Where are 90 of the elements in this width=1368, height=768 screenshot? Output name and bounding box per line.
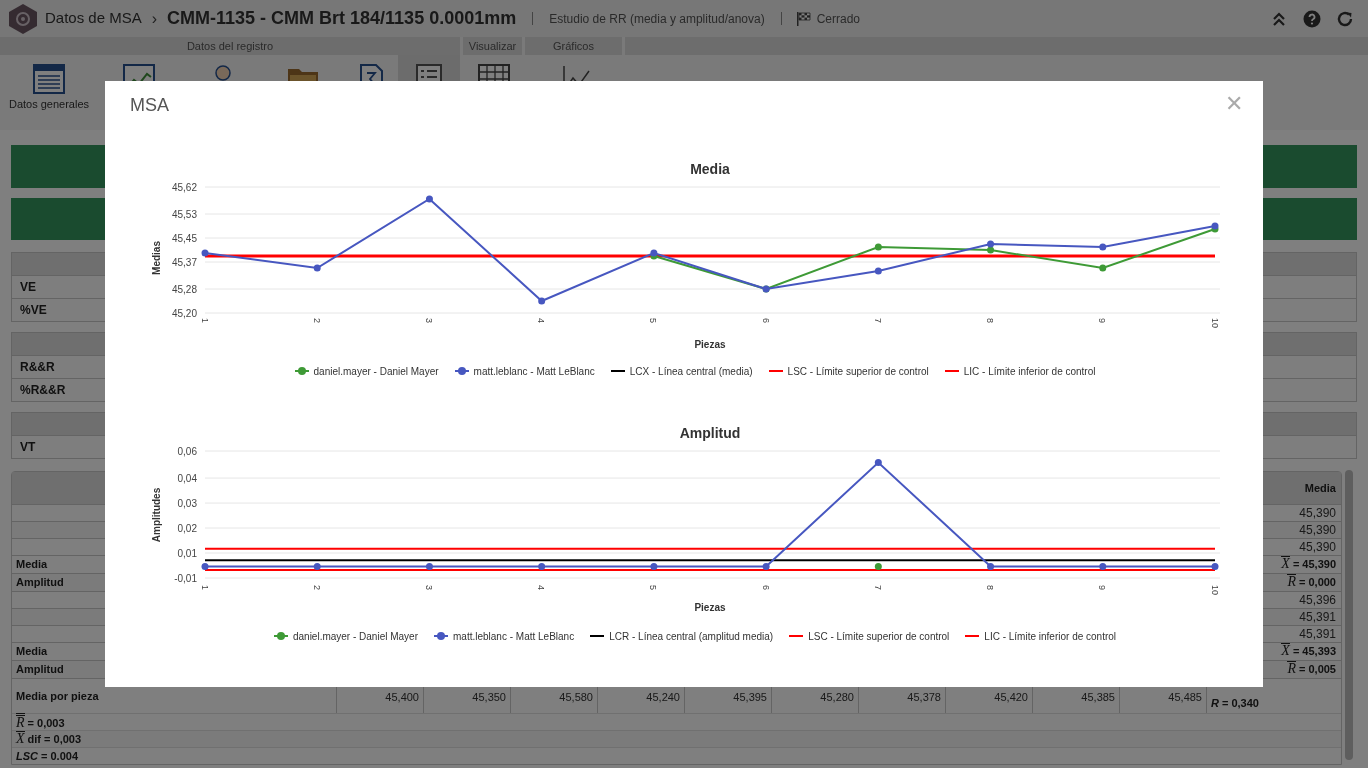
formula-text: R = 0,005 xyxy=(1287,661,1336,678)
row-label: Amplitud xyxy=(16,662,64,678)
legend-label: LIC - Límite inferior de control xyxy=(984,629,1117,644)
table-cell-text: 45,378 xyxy=(907,690,941,705)
axis-tick-label: 1 xyxy=(199,585,210,590)
axis-label: Piezas xyxy=(694,602,726,613)
legend-label: LCX - Línea central (media) xyxy=(629,364,753,379)
axis-tick-label: 1 xyxy=(199,318,210,323)
axis-tick-label: 6 xyxy=(760,318,771,323)
table-cell-text: 45,390 xyxy=(1299,505,1336,522)
row-label: VT xyxy=(20,439,36,456)
table-cell-text: 45,350 xyxy=(472,690,506,705)
axis-tick-label: 4 xyxy=(536,585,547,590)
formula-text: X dif = 0,003 xyxy=(16,730,82,748)
row-label: Media por pieza xyxy=(16,688,99,704)
table-cell-text: 45,396 xyxy=(1299,592,1336,609)
axis-label: Medias xyxy=(151,241,162,275)
row-label: %R&&R xyxy=(20,382,66,399)
row-label: VE xyxy=(20,279,36,296)
axis-tick-label: 7 xyxy=(872,585,883,590)
axis-tick-label: 2 xyxy=(311,585,322,590)
chart-title: Amplitud xyxy=(679,425,741,441)
legend-label: daniel.mayer - Daniel Mayer xyxy=(313,364,439,379)
axis-tick-label: 9 xyxy=(1097,585,1108,590)
axis-tick-label: 45,53 xyxy=(171,208,197,220)
row-label: Media xyxy=(16,557,48,573)
axis-tick-label: 8 xyxy=(985,585,996,590)
axis-tick-label: 6 xyxy=(760,585,771,590)
legend-label: LSC - Límite superior de control xyxy=(808,629,950,644)
axis-tick-label: 45,62 xyxy=(171,181,197,193)
formula-text: LSC = 0.004 xyxy=(16,748,78,764)
axis-tick-label: 8 xyxy=(985,318,996,323)
axis-tick-label: 0,01 xyxy=(177,547,197,559)
table-cell-text: 45,391 xyxy=(1299,626,1336,643)
axis-tick-label: 9 xyxy=(1097,318,1108,323)
table-cell-text: 45,385 xyxy=(1081,690,1115,705)
axis-tick-label: 5 xyxy=(648,585,659,590)
table-cell-text: 45,390 xyxy=(1299,539,1336,556)
axis-tick-label: 45,37 xyxy=(171,256,197,268)
legend-label: LIC - Límite inferior de control xyxy=(963,364,1096,379)
legend-label: matt.leblanc - Matt LeBlanc xyxy=(453,629,575,644)
axis-tick-label: 2 xyxy=(311,318,322,323)
axis-tick-label: 10 xyxy=(1209,318,1220,328)
axis-tick-label: 45,28 xyxy=(171,283,197,295)
axis-label: Amplitudes xyxy=(151,487,162,543)
row-label: R&&R xyxy=(20,359,55,376)
column-header: Media xyxy=(1304,480,1336,496)
formula-text: R = 0,340 xyxy=(1211,695,1259,711)
axis-tick-label: 4 xyxy=(536,318,547,323)
axis-tick-label: 0,04 xyxy=(177,472,197,484)
axis-tick-label: 45,45 xyxy=(171,232,197,244)
study-type-text: Estudio de RR (media y amplitud/anova) xyxy=(549,10,765,28)
status-text: Cerrado xyxy=(816,10,860,28)
table-cell-text: 45,420 xyxy=(994,690,1028,705)
axis-label: Piezas xyxy=(694,339,726,350)
legend-label: daniel.mayer - Daniel Mayer xyxy=(292,629,418,644)
table-cell-text: 45,390 xyxy=(1299,522,1336,539)
axis-tick-label: 5 xyxy=(648,318,659,323)
table-cell-text: 45,580 xyxy=(559,690,593,705)
axis-tick-label: 0,02 xyxy=(177,522,197,534)
chart-title: Media xyxy=(690,161,730,177)
axis-tick-label: 0,06 xyxy=(177,445,197,457)
legend-label: LCR - Línea central (amplitud media) xyxy=(609,629,774,644)
axis-tick-label: 45,20 xyxy=(171,307,197,319)
dialog-title: MSA xyxy=(130,94,169,117)
axis-tick-label: 0,03 xyxy=(177,497,197,509)
table-cell-text: 45,485 xyxy=(1168,690,1202,705)
formula-text: X = 45,390 xyxy=(1281,556,1336,573)
ribbon-group-label: Datos del registro xyxy=(0,37,460,55)
formula-text: R = 0,000 xyxy=(1287,574,1336,591)
row-label: Media xyxy=(16,644,48,660)
axis-tick-label: 3 xyxy=(423,585,434,590)
table-cell-text: 45,395 xyxy=(733,690,767,705)
table-cell-text: 45,400 xyxy=(385,690,419,705)
ribbon-group-label: Gráficos xyxy=(525,37,622,55)
legend-label: matt.leblanc - Matt LeBlanc xyxy=(473,364,595,379)
table-cell-text: 45,391 xyxy=(1299,609,1336,626)
axis-tick-label: 3 xyxy=(423,318,434,323)
axis-tick-label: 10 xyxy=(1209,585,1220,595)
ribbon-group-label: Visualizar xyxy=(463,37,522,55)
row-label: Amplitud xyxy=(16,575,64,591)
breadcrumb-separator: › xyxy=(151,8,158,29)
row-label: %VE xyxy=(20,302,47,319)
formula-text: X = 45,393 xyxy=(1281,643,1336,660)
table-cell-text: 45,240 xyxy=(646,690,680,705)
axis-tick-label: -0,01 xyxy=(174,572,197,584)
table-cell-text: 45,280 xyxy=(820,690,854,705)
record-title: CMM-1135 - CMM Brt 184/1135 0.0001mm xyxy=(167,7,517,30)
legend-label: LSC - Límite superior de control xyxy=(787,364,929,379)
axis-tick-label: 7 xyxy=(872,318,883,323)
